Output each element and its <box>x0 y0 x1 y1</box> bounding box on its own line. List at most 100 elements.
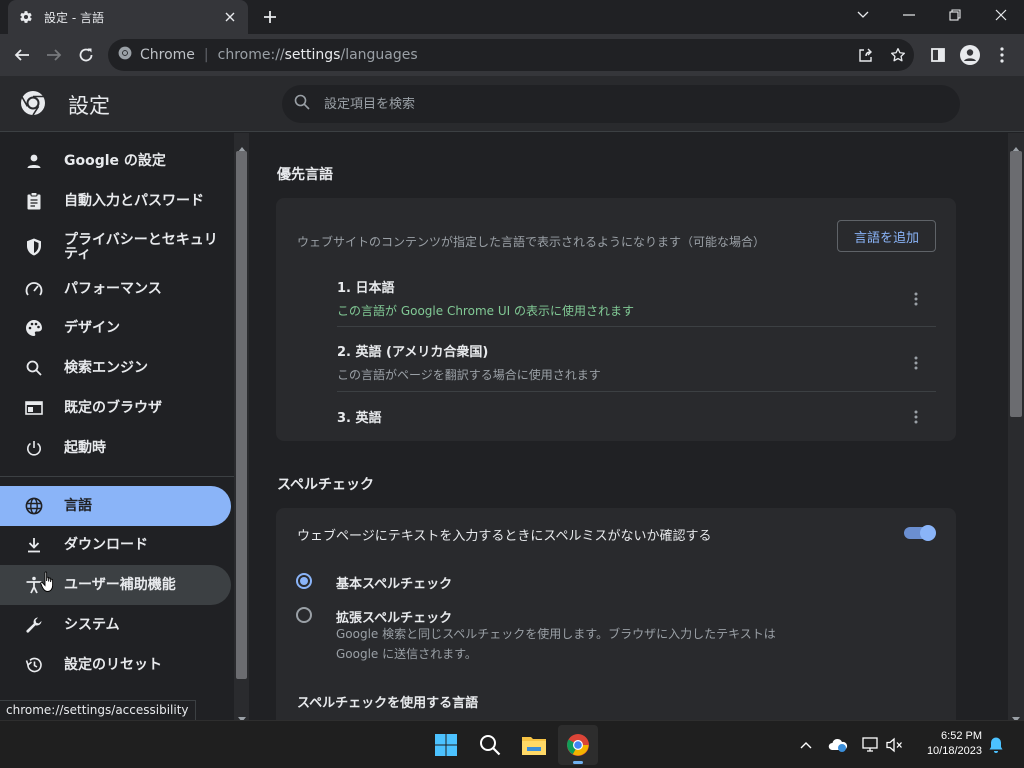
sidebar-item-label: 既定のブラウザ <box>64 400 162 416</box>
language-row: 1. 日本語 この言語が Google Chrome UI の表示に使用されます <box>337 277 936 327</box>
more-vert-icon[interactable] <box>906 289 926 309</box>
sidebar-item-search-engine[interactable]: 検索エンジン <box>0 348 231 388</box>
spellcheck-title: スペルチェック <box>277 477 375 493</box>
taskbar-clock[interactable]: 6:52 PM 10/18/2023 <box>910 729 982 759</box>
url-path: /languages <box>340 47 418 63</box>
more-vert-icon[interactable] <box>906 353 926 373</box>
gear-icon <box>18 9 34 25</box>
sidebar-item-autofill[interactable]: 自動入力とパスワード <box>0 181 231 221</box>
language-note: この言語がページを翻訳する場合に使用されます <box>337 368 601 382</box>
sidebar-scrollbar[interactable] <box>234 133 249 722</box>
sidebar-item-reset[interactable]: 設定のリセット <box>0 645 231 685</box>
sidebar-item-label: ユーザー補助機能 <box>64 577 176 593</box>
clock-time: 6:52 PM <box>941 730 982 742</box>
row-divider <box>337 391 936 392</box>
add-language-button[interactable]: 言語を追加 <box>837 220 936 252</box>
basic-spellcheck-label: 基本スペルチェック <box>336 577 453 592</box>
sidebar-item-downloads[interactable]: ダウンロード <box>0 525 231 565</box>
page-title: 設定 <box>68 94 110 118</box>
sidebar-item-google[interactable]: Google の設定 <box>0 141 231 181</box>
tab-title: 設定 - 言語 <box>44 10 104 25</box>
chrome-icon <box>118 46 132 64</box>
sidebar-item-label: システム <box>64 617 120 633</box>
toggle-knob <box>920 525 936 541</box>
language-row: 3. 英語 <box>337 407 936 427</box>
network-icon[interactable] <box>860 735 880 755</box>
sidebar-item-performance[interactable]: パフォーマンス <box>0 269 231 309</box>
basic-spellcheck-radio[interactable] <box>296 573 312 589</box>
taskbar-search-icon[interactable] <box>470 725 510 765</box>
sidebar-item-label: プライバシーとセキュリティ <box>64 232 218 262</box>
address-bar[interactable]: Chrome | chrome://settings/languages <box>108 39 914 71</box>
preferred-languages-title: 優先言語 <box>277 167 333 183</box>
download-icon <box>24 535 44 555</box>
sidebar-scroll-thumb[interactable] <box>236 151 247 679</box>
notification-bell-icon[interactable] <box>986 735 1006 755</box>
restore-button[interactable] <box>932 0 978 30</box>
sidebar-item-on-startup[interactable]: 起動時 <box>0 428 231 468</box>
tab-settings[interactable]: 設定 - 言語 <box>8 0 248 34</box>
settings-main: 優先言語 ウェブサイトのコンテンツが指定した言語で表示されるようになります（可能… <box>249 133 1008 720</box>
side-panel-button[interactable] <box>922 39 954 71</box>
sidebar-item-label: パフォーマンス <box>64 281 162 297</box>
settings-header: 設定 <box>0 76 1024 132</box>
hand-cursor-icon <box>40 571 56 597</box>
file-explorer-icon[interactable] <box>514 725 554 765</box>
status-url-bubble: chrome://settings/accessibility <box>0 700 196 720</box>
reload-button[interactable] <box>70 39 102 71</box>
forward-button[interactable] <box>38 39 70 71</box>
spellcheck-toggle-label: ウェブページにテキストを入力するときにスペルミスがないか確認する <box>297 529 712 544</box>
spellcheck-toggle[interactable] <box>904 525 936 541</box>
onedrive-icon[interactable] <box>828 735 848 755</box>
back-button[interactable] <box>6 39 38 71</box>
sidebar-item-system[interactable]: システム <box>0 605 231 645</box>
settings-sidebar: Google の設定 自動入力とパスワード プライバシーとセキュリティ パフォー… <box>0 133 234 720</box>
volume-muted-icon[interactable] <box>884 735 904 755</box>
speedometer-icon <box>24 279 44 299</box>
clipboard-icon <box>24 191 44 211</box>
close-window-button[interactable] <box>978 0 1024 30</box>
main-scroll-thumb[interactable] <box>1010 151 1022 417</box>
url-host: settings <box>284 47 341 63</box>
main-scrollbar[interactable] <box>1008 133 1024 722</box>
bookmark-star-icon[interactable] <box>886 43 910 67</box>
settings-search[interactable] <box>282 85 960 123</box>
sidebar-item-appearance[interactable]: デザイン <box>0 308 231 348</box>
sidebar-item-languages[interactable]: 言語 <box>0 486 231 526</box>
chrome-logo-icon <box>20 90 46 116</box>
language-row: 2. 英語 (アメリカ合衆国) この言語がページを翻訳する場合に使用されます <box>337 341 936 391</box>
url-scheme: chrome:// <box>217 47 285 63</box>
browser-toolbar: Chrome | chrome://settings/languages <box>0 34 1024 76</box>
sidebar-item-label: Google の設定 <box>64 153 166 169</box>
sidebar-item-label: ダウンロード <box>64 537 148 553</box>
wrench-icon <box>24 615 44 635</box>
minimize-button[interactable] <box>886 0 932 30</box>
close-tab-icon[interactable] <box>222 9 238 25</box>
enhanced-spellcheck-description: Google 検索と同じスペルチェックを使用します。ブラウザに入力したテキストは… <box>336 627 776 661</box>
sidebar-item-label: デザイン <box>64 320 120 336</box>
language-name: 3. 英語 <box>337 411 382 426</box>
more-vert-icon[interactable] <box>906 407 926 427</box>
sidebar-divider <box>0 476 234 477</box>
new-tab-button[interactable] <box>258 6 282 28</box>
search-input[interactable] <box>324 96 924 112</box>
sidebar-item-label: 自動入力とパスワード <box>64 193 204 209</box>
enhanced-spellcheck-radio[interactable] <box>296 607 312 623</box>
share-icon[interactable] <box>854 43 878 67</box>
sidebar-item-privacy[interactable]: プライバシーとセキュリティ <box>0 225 231 269</box>
active-app-indicator <box>573 761 583 764</box>
url-separator: | <box>203 47 209 63</box>
more-vert-icon[interactable] <box>986 39 1018 71</box>
globe-icon <box>24 496 44 516</box>
sidebar-item-label: 設定のリセット <box>64 657 162 673</box>
sidebar-item-accessibility[interactable]: ユーザー補助機能 <box>0 565 231 605</box>
language-name: 1. 日本語 <box>337 281 395 296</box>
language-note: この言語が Google Chrome UI の表示に使用されます <box>337 304 634 318</box>
tab-search-button[interactable] <box>840 0 886 30</box>
preferred-languages-card: ウェブサイトのコンテンツが指定した言語で表示されるようになります（可能な場合） … <box>276 198 956 441</box>
chrome-taskbar-icon[interactable] <box>558 725 598 765</box>
chevron-up-icon[interactable] <box>796 735 816 755</box>
sidebar-item-default-browser[interactable]: 既定のブラウザ <box>0 388 231 428</box>
windows-start-icon[interactable] <box>426 725 466 765</box>
profile-avatar[interactable] <box>954 39 986 71</box>
